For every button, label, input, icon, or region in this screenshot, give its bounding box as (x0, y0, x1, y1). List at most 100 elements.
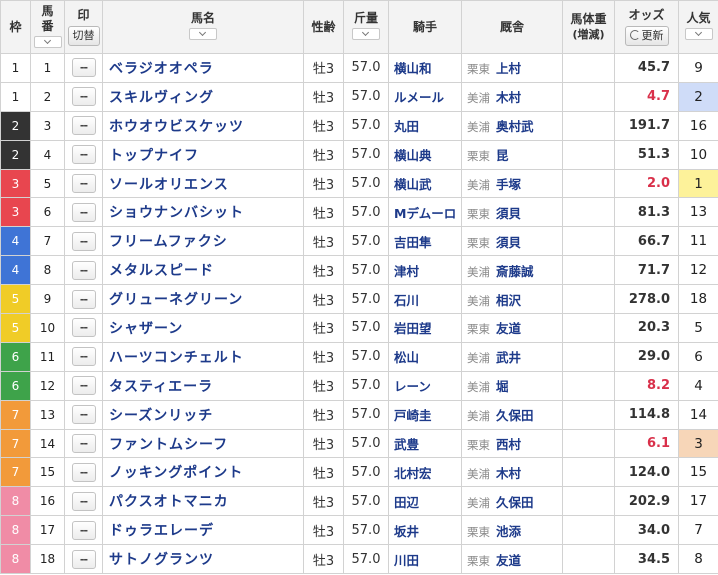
mark-select-button[interactable]: -- (71, 58, 96, 78)
horse-name-link[interactable]: ホウオウビスケッツ (102, 110, 304, 141)
mark-select-button[interactable]: -- (71, 434, 96, 454)
horse-name-link[interactable]: ショウナンバシット (102, 197, 304, 228)
jockey-link[interactable]: 丸田 (388, 110, 462, 141)
trainer-cell: 栗東昆 (461, 139, 563, 170)
sort-ninki-chevron-down-icon[interactable] (684, 28, 713, 40)
trainer-link[interactable]: 相沢 (496, 293, 521, 308)
horse-name-link[interactable]: メタルスピード (102, 255, 304, 286)
mark-select-button[interactable]: -- (71, 405, 96, 425)
horse-name-link[interactable]: シャザーン (102, 313, 304, 343)
mark-select-button[interactable]: -- (71, 202, 96, 222)
jockey-link[interactable]: 戸崎圭 (388, 399, 462, 430)
mark-select-button[interactable]: -- (71, 289, 96, 309)
trainer-link[interactable]: 須貝 (496, 235, 521, 250)
horse-name-link[interactable]: トップナイフ (102, 139, 304, 170)
sort-horse-name-chevron-down-icon[interactable] (189, 28, 217, 40)
sex-age-cell: 牡3 (303, 457, 344, 488)
trainer-link[interactable]: 久保田 (496, 495, 534, 510)
table-row: 8 17 -- ドゥラエレーデ 牡3 57.0 坂井 栗東 池添 34.0 7 (0, 515, 718, 546)
trainer-link[interactable]: 須貝 (496, 206, 521, 221)
horse-name-link[interactable]: フリームファクシ (102, 226, 304, 257)
ninki-cell: 11 (678, 226, 718, 257)
mark-select-button[interactable]: -- (71, 116, 96, 136)
mark-select-button[interactable]: -- (71, 231, 96, 251)
trainer-link[interactable]: 友道 (496, 553, 521, 568)
jockey-link[interactable]: 北村宏 (388, 457, 462, 488)
trainer-link[interactable]: 奥村武 (496, 119, 534, 134)
mark-select-button[interactable]: -- (71, 376, 96, 396)
jockey-link[interactable]: 石川 (388, 284, 462, 315)
jockey-link[interactable]: 横山武 (388, 168, 462, 199)
umaban-cell: 3 (30, 110, 65, 141)
horse-name-link[interactable]: ハーツコンチェルト (102, 341, 304, 372)
horse-name-link[interactable]: パクスオトマニカ (102, 486, 304, 517)
horse-name-link[interactable]: ノッキングポイント (102, 457, 304, 488)
trainer-link[interactable]: 上村 (496, 61, 521, 76)
trainer-link[interactable]: 池添 (496, 524, 521, 539)
trainer-link[interactable]: 手塚 (496, 177, 521, 192)
jockey-link[interactable]: 坂井 (388, 515, 462, 546)
mark-select-button[interactable]: -- (71, 347, 96, 367)
odds-cell: 278.0 (614, 284, 679, 315)
horse-name-link[interactable]: スキルヴィング (102, 81, 304, 112)
jockey-link[interactable]: ルメール (388, 81, 462, 112)
horse-name-link[interactable]: シーズンリッチ (102, 399, 304, 430)
horse-name-link[interactable]: グリューネグリーン (102, 284, 304, 315)
horse-name-link[interactable]: サトノグランツ (102, 544, 304, 575)
jockey-link[interactable]: 吉田隼 (388, 226, 462, 257)
mark-select-button[interactable]: -- (71, 318, 96, 338)
trainer-link[interactable]: 武井 (496, 350, 521, 365)
header-horse-name[interactable]: 馬名 (102, 0, 304, 54)
jockey-link[interactable]: 横山和 (388, 53, 462, 83)
umaban-cell: 13 (30, 399, 65, 430)
body-weight-cell (562, 139, 615, 170)
horse-name-link[interactable]: ベラジオオペラ (102, 53, 304, 83)
trainer-link[interactable]: 堀 (496, 379, 509, 394)
odds-refresh-button[interactable]: 更新 (624, 26, 669, 46)
jockey-link[interactable]: 津村 (388, 255, 462, 286)
mark-select-button[interactable]: -- (71, 549, 96, 569)
trainer-cell: 美浦 手塚 (461, 168, 563, 199)
jockey-link[interactable]: レーン (388, 370, 462, 401)
mark-select-button[interactable]: -- (71, 87, 96, 107)
header-weight[interactable]: 斤量 (343, 0, 389, 54)
mark-toggle-button[interactable]: 切替 (67, 26, 100, 46)
trainer-link[interactable]: 久保田 (496, 408, 534, 423)
trainer-link[interactable]: 木村 (496, 466, 521, 481)
body-weight-cell (562, 370, 615, 401)
horse-name-link[interactable]: タスティエーラ (102, 370, 304, 401)
mark-select-button[interactable]: -- (71, 520, 96, 540)
weight-cell: 57.0 (343, 486, 389, 517)
jockey-link[interactable]: 田辺 (388, 486, 462, 517)
trainer-link[interactable]: 斎藤誠 (496, 264, 534, 279)
jockey-link[interactable]: 横山典 (388, 139, 462, 170)
jockey-link[interactable]: 川田 (388, 544, 462, 575)
trainer-link[interactable]: 西村 (496, 437, 521, 452)
horse-name-link[interactable]: ファントムシーフ (102, 428, 304, 459)
header-ninki[interactable]: 人気 (678, 0, 718, 54)
trainer-link[interactable]: 木村 (496, 90, 521, 105)
header-umaban[interactable]: 馬 番 (30, 0, 65, 54)
trainer-cell: 美浦 武井 (461, 341, 563, 372)
trainer-link[interactable]: 昆 (496, 148, 509, 163)
jockey-link[interactable]: 武豊 (388, 428, 462, 459)
body-weight-cell (562, 486, 615, 517)
sort-weight-chevron-down-icon[interactable] (352, 28, 380, 40)
table-row: 5 10 -- シャザーン 牡3 57.0 岩田望 栗東 友道 20.3 5 (0, 313, 718, 343)
waku-cell: 2 (0, 139, 31, 170)
jockey-link[interactable]: 岩田望 (388, 313, 462, 343)
mark-select-button[interactable]: -- (71, 174, 96, 193)
mark-select-button[interactable]: -- (71, 462, 96, 482)
trainer-link[interactable]: 友道 (496, 321, 521, 336)
jockey-link[interactable]: Mデムーロ (388, 197, 462, 228)
trainer-region: 美浦 (467, 466, 490, 481)
sort-umaban-chevron-down-icon[interactable] (33, 35, 62, 48)
mark-select-button[interactable]: -- (71, 260, 96, 280)
jockey-link[interactable]: 松山 (388, 341, 462, 372)
horse-name-link[interactable]: ソールオリエンス (102, 168, 304, 199)
mark-select-button[interactable]: -- (71, 491, 96, 511)
mark-select-button[interactable]: -- (71, 145, 96, 165)
odds-cell: 20.3 (614, 313, 679, 343)
horse-name-link[interactable]: ドゥラエレーデ (102, 515, 304, 546)
body-weight-cell (562, 515, 615, 546)
